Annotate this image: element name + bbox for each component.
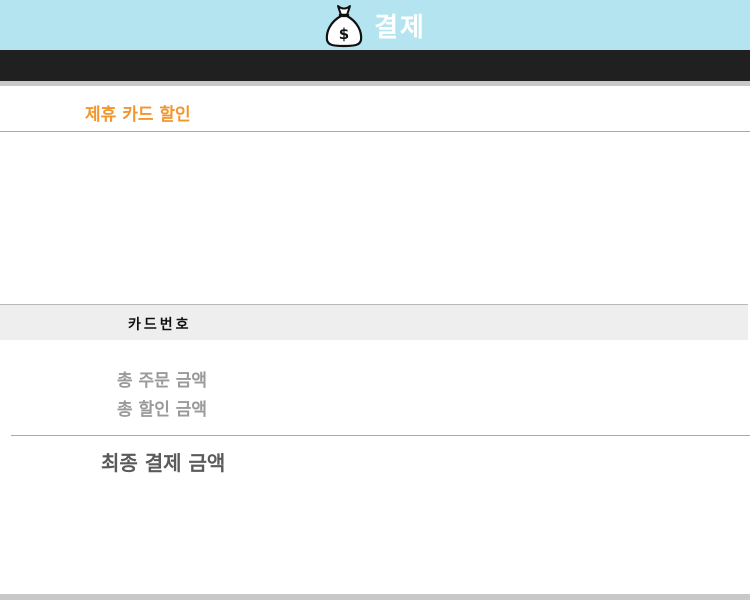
total-order-amount-label: 총 주문 금액 [117,371,208,391]
svg-text:$: $ [339,25,349,43]
card-number-label: 카드번호 [128,317,192,333]
partner-card-discount-label: 제휴 카드 할인 [85,105,191,125]
section-divider [0,131,750,132]
summary-divider [11,435,750,436]
bottom-divider [0,594,750,600]
card-number-section: 카드번호 [0,304,748,340]
page-title: 결제 [374,12,426,43]
header-content: $ 결제 [324,2,426,48]
header-shadow-divider [0,81,750,86]
total-discount-amount-label: 총 할인 금액 [117,400,208,420]
header: $ 결제 [0,0,750,50]
final-payment-amount-label: 최종 결제 금액 [101,451,226,475]
money-bag-icon: $ [325,5,363,48]
payment-page: $ 결제 제휴 카드 할인 카드번호 총 주문 금액 총 할인 금액 최종 결제… [0,0,750,600]
header-dark-bar [0,50,750,81]
